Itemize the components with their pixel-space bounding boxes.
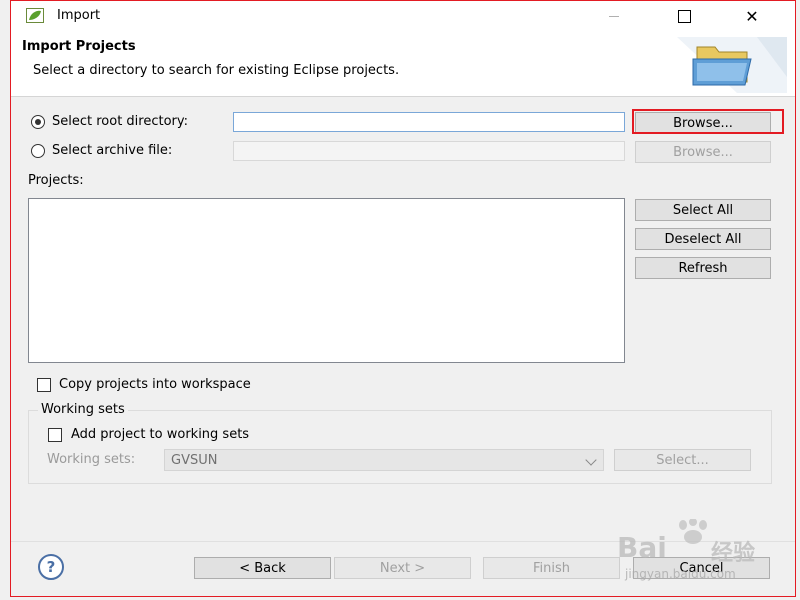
page-description: Select a directory to search for existin… xyxy=(33,63,400,78)
refresh-button[interactable]: Refresh xyxy=(635,257,771,279)
help-icon: ? xyxy=(46,558,56,576)
minimize-button[interactable] xyxy=(591,1,637,31)
copy-projects-label: Copy projects into workspace xyxy=(59,377,251,392)
chevron-down-icon xyxy=(585,454,597,466)
working-sets-select-button[interactable]: Select... xyxy=(614,449,751,471)
eclipse-app-icon xyxy=(26,8,44,23)
folder-icon xyxy=(677,37,787,93)
working-sets-combo-label: Working sets: xyxy=(47,452,136,467)
title-bar: Import ✕ xyxy=(11,1,795,31)
back-button[interactable]: < Back xyxy=(194,557,331,579)
browse-archive-button[interactable]: Browse... xyxy=(635,141,771,163)
archive-file-radio[interactable] xyxy=(31,144,45,158)
archive-file-label: Select archive file: xyxy=(52,143,173,158)
projects-label: Projects: xyxy=(28,173,84,188)
help-button[interactable]: ? xyxy=(38,554,64,580)
archive-file-input[interactable] xyxy=(233,141,625,161)
root-directory-radio[interactable] xyxy=(31,115,45,129)
projects-list[interactable] xyxy=(28,198,625,363)
browse-root-button[interactable]: Browse... xyxy=(635,112,771,134)
wizard-banner: Import Projects Select a directory to se… xyxy=(11,31,795,97)
next-button[interactable]: Next > xyxy=(334,557,471,579)
page-title: Import Projects xyxy=(22,39,136,54)
import-dialog: Import ✕ Import Projects Select a direct… xyxy=(10,0,796,597)
close-icon: ✕ xyxy=(745,6,759,26)
working-sets-combo[interactable]: GVSUN xyxy=(164,449,604,471)
working-sets-group-label: Working sets xyxy=(38,402,128,417)
add-to-working-sets-label: Add project to working sets xyxy=(71,427,250,442)
window-title: Import xyxy=(57,8,101,23)
root-directory-input[interactable] xyxy=(233,112,625,132)
minimize-icon xyxy=(609,15,619,17)
cancel-button[interactable]: Cancel xyxy=(633,557,770,579)
copy-projects-checkbox[interactable] xyxy=(37,378,51,392)
deselect-all-button[interactable]: Deselect All xyxy=(635,228,771,250)
select-all-button[interactable]: Select All xyxy=(635,199,771,221)
close-button[interactable]: ✕ xyxy=(729,1,775,31)
root-directory-label: Select root directory: xyxy=(52,114,189,129)
working-sets-group xyxy=(28,410,772,484)
footer-separator xyxy=(11,541,795,542)
finish-button[interactable]: Finish xyxy=(483,557,620,579)
working-sets-combo-value: GVSUN xyxy=(171,452,218,468)
maximize-icon xyxy=(677,9,691,23)
maximize-button[interactable] xyxy=(661,1,707,31)
add-to-working-sets-checkbox[interactable] xyxy=(48,428,62,442)
